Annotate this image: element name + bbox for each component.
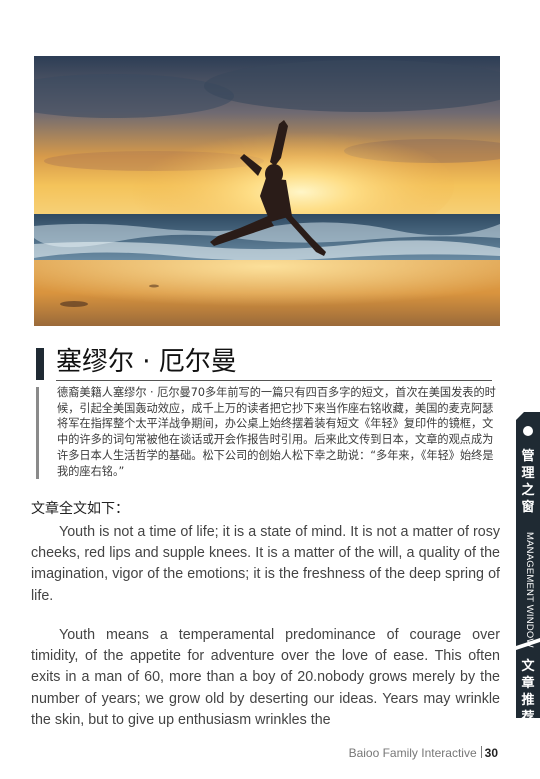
- fulltext-label: 文章全文如下：: [31, 501, 129, 517]
- article-intro: 德裔美籍人塞缪尔 · 厄尔曼70多年前写的一篇只有四百多字的短文，首次在美国发表…: [57, 386, 496, 478]
- paragraph-text: Youth is not a time of life; it is a sta…: [31, 524, 500, 604]
- beach-sunset-image: [34, 56, 500, 326]
- section-name-cn: 管理之窗: [521, 449, 535, 515]
- column-name-cn: 文章推荐: [521, 659, 535, 725]
- title-underline: [56, 380, 492, 381]
- page-number: 30: [484, 746, 498, 760]
- bullet-dot-icon: [523, 426, 533, 436]
- section-side-tab: 管理之窗 MANAGEMENT WINDOW 文章推荐: [516, 412, 540, 725]
- footer-divider: [480, 746, 482, 758]
- title-accent-bar: [36, 348, 44, 380]
- paragraph-text: Youth means a temperamental predominance…: [31, 627, 500, 728]
- page-footer: Baioo Family Interactive 30: [349, 746, 498, 760]
- section-name-en: MANAGEMENT WINDOW: [524, 532, 535, 648]
- body-paragraph-2: Youth means a temperamental predominance…: [31, 625, 500, 731]
- intro-accent-bar: [36, 387, 39, 479]
- hero-photo: [34, 56, 500, 326]
- article-title: 塞缪尔 · 厄尔曼: [56, 347, 237, 377]
- body-paragraph-1: Youth is not a time of life; it is a sta…: [31, 522, 500, 607]
- publication-name: Baioo Family Interactive: [348, 746, 477, 760]
